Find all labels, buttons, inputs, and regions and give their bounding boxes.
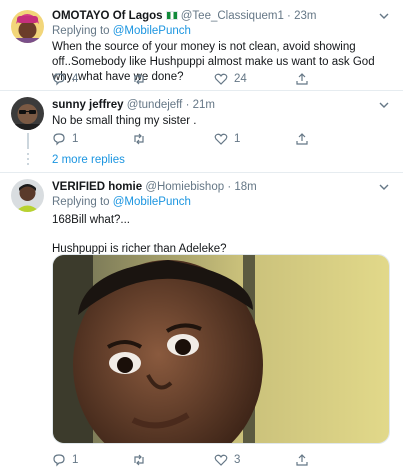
retweet-button[interactable] bbox=[132, 131, 152, 147]
reply-button[interactable]: 1 bbox=[52, 452, 78, 468]
retweet-button[interactable] bbox=[132, 452, 152, 468]
tweet-header: VERIFIED homie @Homiebishop · 18m bbox=[52, 180, 391, 195]
chevron-down-icon[interactable] bbox=[379, 182, 389, 192]
thread-dots bbox=[27, 158, 29, 160]
tweet-sunny-jeffrey[interactable]: sunny jeffrey @tundejeff · 21m No be sma… bbox=[0, 91, 403, 149]
separator-dot: · bbox=[227, 181, 232, 193]
avatar[interactable] bbox=[11, 97, 44, 130]
retweet-icon bbox=[134, 73, 144, 85]
heart-icon bbox=[214, 133, 228, 145]
reply-count: 4 bbox=[72, 73, 79, 85]
mention-link[interactable]: @MobilePunch bbox=[113, 196, 191, 208]
share-button[interactable] bbox=[295, 452, 309, 468]
reply-count: 1 bbox=[72, 454, 79, 466]
tweet-actions: 1 1 bbox=[52, 131, 352, 147]
timestamp[interactable]: 23m bbox=[294, 10, 316, 22]
chevron-down-icon[interactable] bbox=[379, 11, 389, 21]
like-button[interactable]: 1 bbox=[214, 131, 240, 147]
timestamp[interactable]: 18m bbox=[234, 181, 256, 193]
avatar[interactable] bbox=[11, 179, 44, 212]
tweet-text-line-1: 168Bill what?... bbox=[52, 214, 130, 226]
username[interactable]: @Homiebishop bbox=[145, 181, 224, 193]
tweet-text: No be small thing my sister . bbox=[52, 115, 197, 127]
like-button[interactable]: 24 bbox=[214, 71, 247, 87]
display-name[interactable]: VERIFIED homie bbox=[52, 181, 142, 193]
username[interactable]: @tundejeff bbox=[127, 99, 183, 111]
reply-button[interactable]: 1 bbox=[52, 131, 78, 147]
heart-icon bbox=[214, 454, 228, 466]
tweet-media-image[interactable] bbox=[52, 254, 390, 444]
display-name[interactable]: OMOTAYO Of Lagos bbox=[52, 10, 163, 22]
thread-dots bbox=[27, 153, 29, 155]
retweet-icon bbox=[134, 454, 144, 466]
mention-link[interactable]: @MobilePunch bbox=[113, 25, 191, 37]
timestamp[interactable]: 21m bbox=[193, 99, 215, 111]
retweet-button[interactable] bbox=[132, 71, 152, 87]
share-icon bbox=[296, 454, 308, 466]
like-button[interactable]: 3 bbox=[214, 452, 240, 468]
heart-icon bbox=[214, 73, 228, 85]
like-count: 1 bbox=[234, 133, 241, 145]
show-more-replies-link[interactable]: 2 more replies bbox=[52, 154, 125, 166]
replying-to: Replying to @MobilePunch bbox=[52, 196, 391, 208]
nigeria-flag-icon bbox=[165, 11, 178, 20]
thread-line bbox=[27, 133, 29, 149]
username[interactable]: @Tee_Classiquem1 bbox=[181, 10, 284, 22]
tweet-header: OMOTAYO Of Lagos @Tee_Classiquem1 · 23m bbox=[52, 9, 391, 24]
reply-button[interactable]: 4 bbox=[52, 71, 78, 87]
thread-dots bbox=[27, 163, 29, 165]
boy-face-image bbox=[53, 255, 389, 443]
tweet-header: sunny jeffrey @tundejeff · 21m bbox=[52, 98, 391, 113]
replying-to-label: Replying to bbox=[52, 196, 110, 208]
like-count: 3 bbox=[234, 454, 241, 466]
share-button[interactable] bbox=[295, 71, 309, 87]
reply-icon bbox=[53, 133, 65, 146]
chevron-down-icon[interactable] bbox=[379, 100, 389, 110]
share-button[interactable] bbox=[295, 131, 309, 147]
reply-icon bbox=[53, 73, 65, 86]
retweet-icon bbox=[134, 133, 144, 145]
share-icon bbox=[296, 133, 308, 145]
share-icon bbox=[296, 73, 308, 85]
replying-to-label: Replying to bbox=[52, 25, 110, 37]
like-count: 24 bbox=[234, 73, 247, 85]
reply-count: 1 bbox=[72, 133, 79, 145]
separator-dot: · bbox=[287, 10, 291, 22]
separator-dot: · bbox=[185, 99, 190, 111]
tweet-actions: 1 3 bbox=[52, 452, 352, 468]
display-name[interactable]: sunny jeffrey bbox=[52, 99, 124, 111]
reply-icon bbox=[53, 454, 65, 467]
tweet-actions: 4 24 bbox=[52, 71, 352, 87]
avatar[interactable] bbox=[11, 10, 44, 43]
replying-to: Replying to @MobilePunch bbox=[52, 25, 391, 37]
tweet-omotayo[interactable]: OMOTAYO Of Lagos @Tee_Classiquem1 · 23m … bbox=[0, 0, 403, 90]
